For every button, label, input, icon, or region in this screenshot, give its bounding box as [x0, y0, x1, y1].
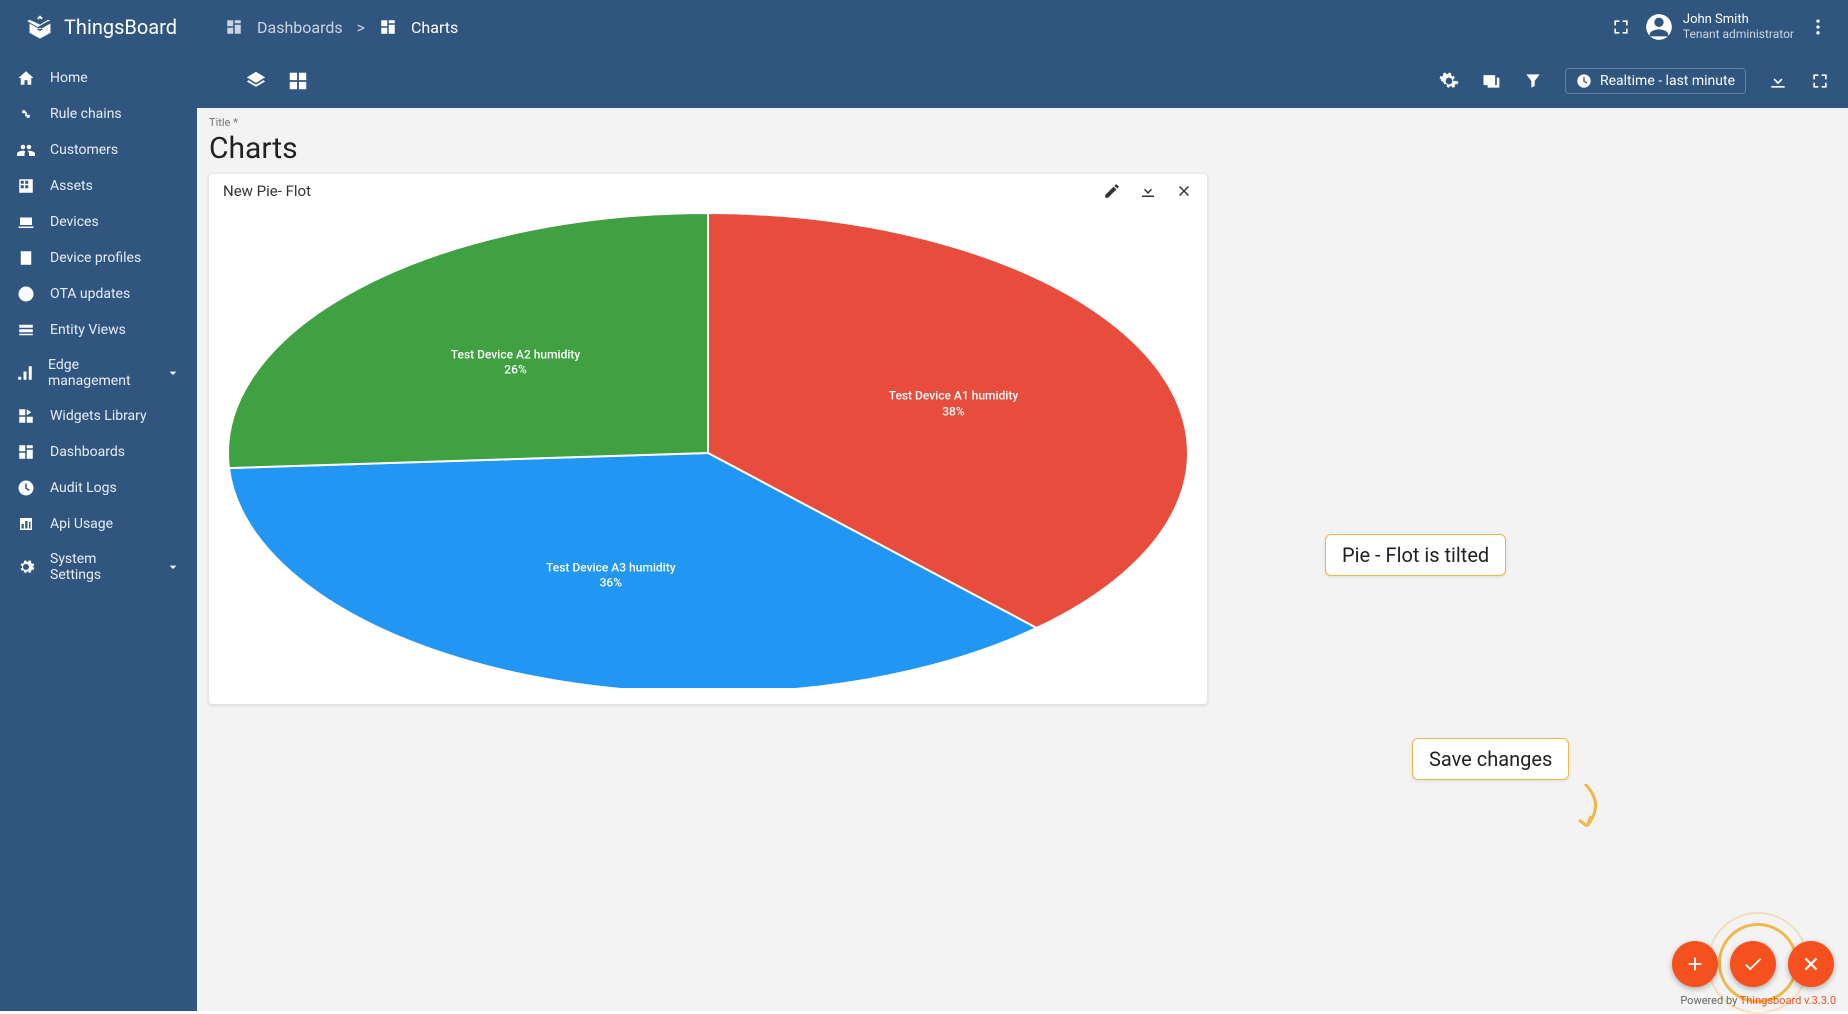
sidebar-label: Api Usage [50, 516, 113, 532]
sidebar-label: Device profiles [50, 250, 141, 266]
annotation-tilt: Pie - Flot is tilted [1325, 534, 1506, 576]
cancel-button[interactable] [1788, 941, 1834, 987]
sidebar-label: System Settings [50, 551, 151, 583]
sidebar-label: Customers [50, 142, 118, 158]
sidebar-label: Home [50, 70, 88, 86]
sidebar-item-customers[interactable]: Customers [0, 132, 197, 168]
title-label: Title * [209, 116, 1836, 129]
pie-widget[interactable]: New Pie- Flot Test Device A1 humidity38%… [209, 174, 1207, 704]
pie-slice-label: Test Device A3 humidity36% [546, 560, 676, 591]
devices-icon [16, 213, 36, 231]
brand-name: ThingsBoard [64, 15, 177, 39]
api-icon [16, 515, 36, 533]
dashboard-icon [379, 18, 397, 36]
close-icon[interactable] [1175, 182, 1193, 200]
annotation-save: Save changes [1412, 738, 1569, 780]
breadcrumb: Dashboards > Charts [225, 18, 458, 37]
home-icon [16, 69, 36, 87]
sidebar: Home Rule chains Customers Assets Device… [0, 54, 197, 1011]
brand-icon [26, 13, 54, 41]
sidebar-label: Entity Views [50, 322, 126, 338]
sidebar-item-audit[interactable]: Audit Logs [0, 470, 197, 506]
sidebar-label: Edge management [48, 357, 151, 389]
sidebar-label: Devices [50, 214, 99, 230]
filter-icon[interactable] [1523, 71, 1543, 91]
breadcrumb-current[interactable]: Charts [411, 18, 458, 37]
gear-icon[interactable] [1439, 71, 1459, 91]
pie-slice-label: Test Device A2 humidity26% [451, 347, 581, 378]
widgets-icon [16, 407, 36, 425]
sidebar-item-settings[interactable]: System Settings [0, 542, 197, 592]
breadcrumb-separator: > [357, 18, 365, 37]
user-name: John Smith [1683, 13, 1794, 27]
dashboard-toolbar: Realtime - last minute [197, 54, 1848, 108]
fullscreen-icon[interactable] [1810, 71, 1830, 91]
sidebar-label: Dashboards [50, 444, 125, 460]
sidebar-item-ota[interactable]: OTA updates [0, 276, 197, 312]
user-role: Tenant administrator [1683, 28, 1794, 41]
footer-prefix: Powered by [1680, 994, 1739, 1007]
settings-icon [16, 558, 36, 576]
sidebar-item-dashboards[interactable]: Dashboards [0, 434, 197, 470]
edit-icon[interactable] [1103, 182, 1121, 200]
sidebar-item-home[interactable]: Home [0, 60, 197, 96]
brand: ThingsBoard [0, 13, 197, 41]
widget-title: New Pie- Flot [223, 182, 311, 200]
sidebar-label: Widgets Library [50, 408, 147, 424]
page-title[interactable]: Charts [209, 131, 1836, 166]
sidebar-item-entity-views[interactable]: Entity Views [0, 312, 197, 348]
sidebar-item-assets[interactable]: Assets [0, 168, 197, 204]
sidebar-label: Audit Logs [50, 480, 117, 496]
entity-views-icon [16, 321, 36, 339]
dashboard-icon [225, 18, 243, 36]
sidebar-item-edge[interactable]: Edge management [0, 348, 197, 398]
user-menu[interactable]: John Smith Tenant administrator [1645, 13, 1794, 41]
rule-chains-icon [16, 105, 36, 123]
avatar-icon [1645, 13, 1673, 41]
download-icon[interactable] [1768, 71, 1788, 91]
sidebar-item-devices[interactable]: Devices [0, 204, 197, 240]
sidebar-item-widgets[interactable]: Widgets Library [0, 398, 197, 434]
pie-chart: Test Device A1 humidity38% Test Device A3… [218, 208, 1198, 688]
footer-version[interactable]: Thingsboard v.3.3.0 [1740, 994, 1836, 1007]
sidebar-label: Rule chains [50, 106, 122, 122]
dashboards-icon [16, 443, 36, 461]
layers-icon[interactable] [245, 70, 267, 92]
sidebar-item-device-profiles[interactable]: Device profiles [0, 240, 197, 276]
edge-icon [16, 364, 34, 382]
sidebar-label: Assets [50, 178, 93, 194]
chevron-down-icon [165, 559, 181, 575]
audit-icon [16, 479, 36, 497]
time-window[interactable]: Realtime - last minute [1565, 68, 1746, 94]
grid-icon[interactable] [287, 70, 309, 92]
assets-icon [16, 177, 36, 195]
more-icon[interactable] [1808, 17, 1828, 37]
sidebar-label: OTA updates [50, 286, 130, 302]
pie-slice-label: Test Device A1 humidity38% [889, 389, 1019, 420]
download-icon[interactable] [1139, 182, 1157, 200]
sidebar-item-api[interactable]: Api Usage [0, 506, 197, 542]
entities-icon[interactable] [1481, 71, 1501, 91]
ota-icon [16, 285, 36, 303]
device-profiles-icon [16, 249, 36, 267]
breadcrumb-root[interactable]: Dashboards [257, 18, 343, 37]
time-window-label: Realtime - last minute [1600, 73, 1735, 89]
footer: Powered by Thingsboard v.3.3.0 [1680, 994, 1836, 1007]
save-button[interactable] [1730, 941, 1776, 987]
add-button[interactable] [1672, 941, 1718, 987]
annotation-arrow-icon [1575, 784, 1615, 834]
customers-icon [16, 141, 36, 159]
chevron-down-icon [165, 365, 181, 381]
sidebar-item-rule-chains[interactable]: Rule chains [0, 96, 197, 132]
fullscreen-icon[interactable] [1611, 17, 1631, 37]
